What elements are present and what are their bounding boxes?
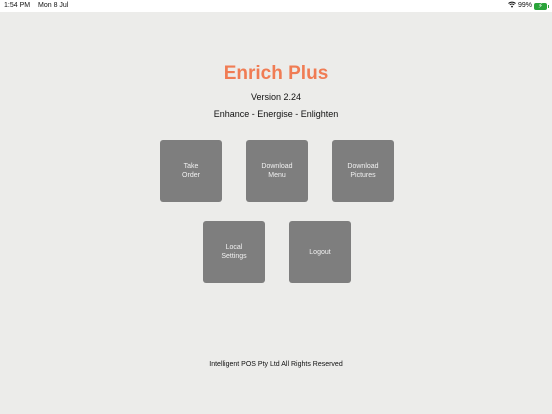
footer-copyright: Intelligent POS Pty Ltd All Rights Reser… [209, 361, 343, 368]
download-menu-label: Download Menu [261, 163, 293, 179]
status-date: Mon 8 Jul [38, 2, 69, 9]
logout-button[interactable]: Logout [289, 221, 351, 283]
battery-charging-icon: ⚡ [534, 2, 549, 10]
download-pictures-label: Download Pictures [347, 163, 379, 179]
download-pictures-button[interactable]: Download Pictures [332, 140, 394, 202]
status-right: 99% ⚡ [508, 0, 549, 12]
download-menu-button[interactable]: Download Menu [246, 140, 308, 202]
app-title: Enrich Plus [223, 63, 329, 84]
app-tagline: Enhance - Energise - Enlighten [213, 109, 339, 119]
status-left: 1:54 PM Mon 8 Jul [4, 0, 68, 12]
status-bar: 1:54 PM Mon 8 Jul 99% ⚡ [0, 0, 552, 12]
take-order-label: Take Order [182, 163, 200, 179]
status-time: 1:54 PM [4, 2, 31, 9]
battery-percentage: 99% [517, 2, 532, 9]
logout-label: Logout [309, 248, 331, 256]
take-order-button[interactable]: Take Order [160, 140, 222, 202]
wifi-icon [508, 0, 516, 12]
local-settings-label: Local Settings [221, 244, 247, 260]
app-version: Version 2.24 [250, 92, 302, 102]
local-settings-button[interactable]: Local Settings [203, 221, 265, 283]
